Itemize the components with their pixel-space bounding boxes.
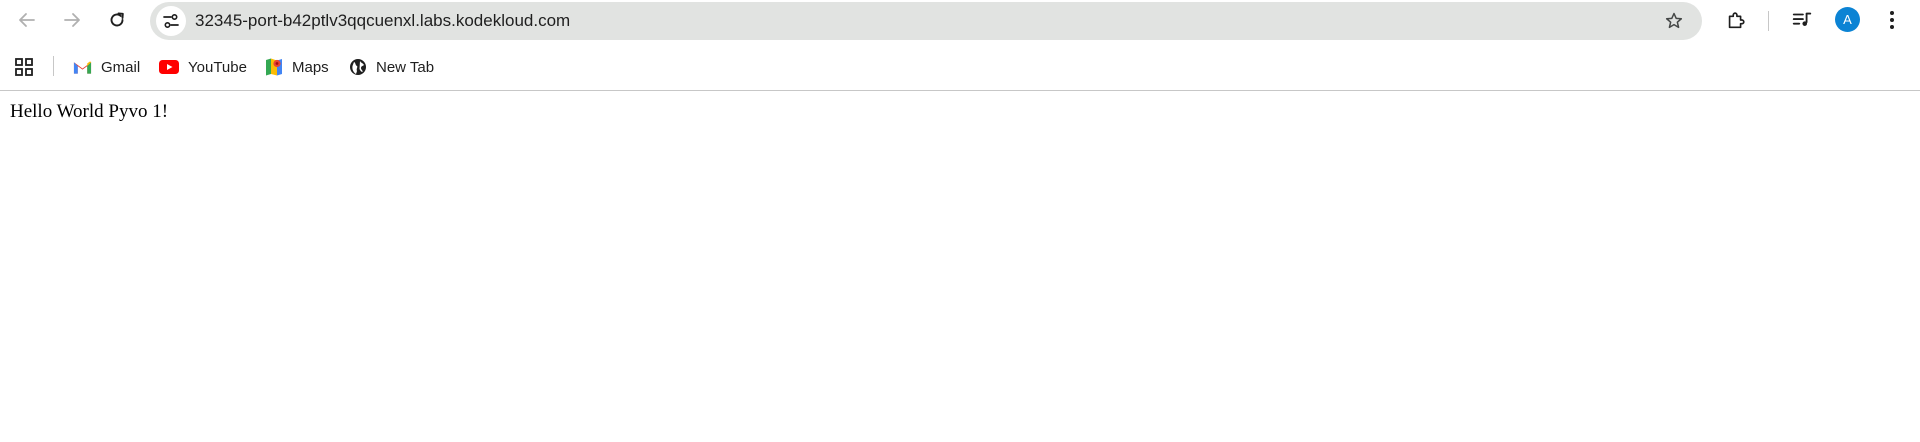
bookmarks-bar: Gmail YouTube Maps New Tab [0, 43, 1920, 90]
browser-menu-button[interactable] [1874, 2, 1910, 38]
site-info-button[interactable] [156, 6, 186, 36]
bookmark-label: YouTube [188, 58, 247, 76]
page-body-text: Hello World Pyvo 1! [10, 101, 169, 122]
bookmark-gmail[interactable]: Gmail [73, 53, 140, 81]
globe-icon [350, 59, 366, 75]
forward-button[interactable] [54, 2, 90, 38]
reload-button[interactable] [99, 2, 135, 38]
apps-button[interactable] [6, 49, 42, 85]
browser-toolbar: 32345-port-b42ptlv3qqcuenxl.labs.kodeklo… [0, 0, 1920, 43]
kebab-menu-icon [1890, 11, 1894, 29]
forward-arrow-icon [64, 13, 80, 27]
tune-icon [163, 13, 179, 29]
bookmarks-divider [53, 56, 54, 76]
media-controls-icon [1792, 12, 1812, 26]
profile-avatar[interactable]: A [1835, 7, 1860, 32]
gmail-icon [73, 60, 92, 74]
extensions-button[interactable] [1718, 2, 1754, 38]
toolbar-divider [1768, 11, 1769, 31]
bookmark-maps[interactable]: Maps [265, 53, 329, 81]
star-icon [1665, 12, 1683, 29]
address-bar[interactable]: 32345-port-b42ptlv3qqcuenxl.labs.kodeklo… [150, 2, 1702, 40]
back-button[interactable] [9, 2, 45, 38]
reload-icon [110, 12, 124, 27]
url-text[interactable]: 32345-port-b42ptlv3qqcuenxl.labs.kodeklo… [195, 11, 570, 31]
bookmark-label: New Tab [376, 58, 435, 76]
apps-grid-icon [15, 58, 33, 76]
back-arrow-icon [19, 13, 35, 27]
bookmark-youtube[interactable]: YouTube [159, 53, 247, 81]
toolbar-separator [0, 90, 1920, 91]
maps-icon [266, 58, 282, 76]
bookmark-new-tab[interactable]: New Tab [349, 53, 434, 81]
bookmark-star-button[interactable] [1662, 9, 1686, 33]
extensions-icon [1728, 12, 1745, 29]
bookmark-label: Maps [292, 58, 329, 76]
media-controls-button[interactable] [1784, 2, 1820, 38]
youtube-icon [159, 60, 179, 74]
bookmark-label: Gmail [101, 58, 141, 76]
